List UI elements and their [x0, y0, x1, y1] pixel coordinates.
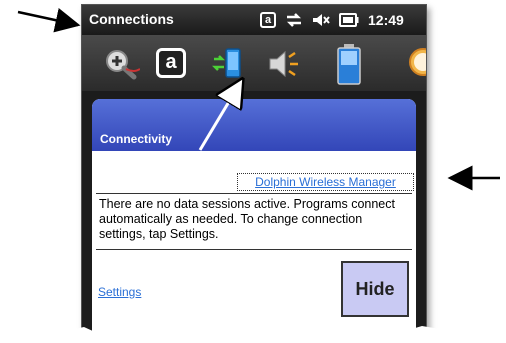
- arrow-to-title: [17, 8, 81, 33]
- arrow-to-connectivity-icon: [198, 80, 242, 151]
- annotation-arrows: [17, 8, 500, 191]
